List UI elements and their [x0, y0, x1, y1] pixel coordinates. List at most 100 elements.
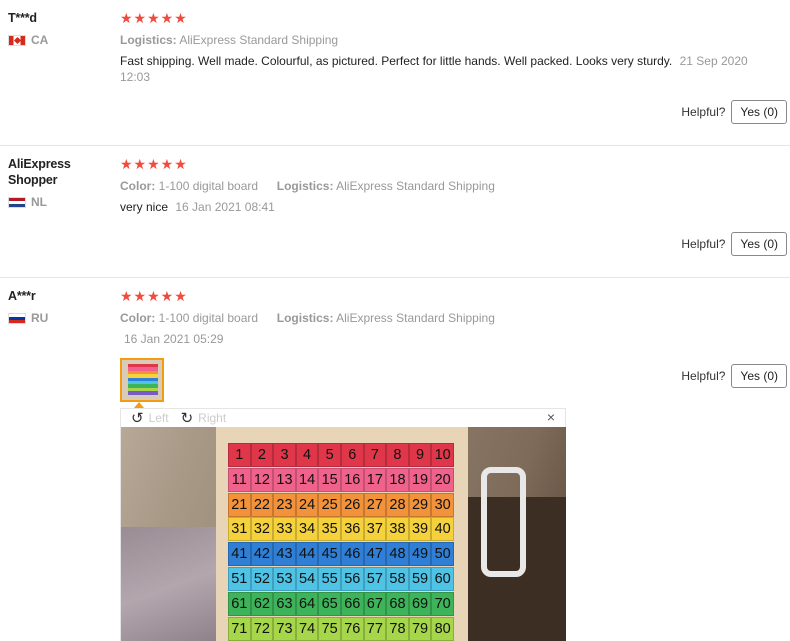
board-tile: 1 — [228, 443, 251, 467]
helpful-label: Helpful? — [681, 237, 726, 251]
board-tile: 65 — [318, 591, 341, 616]
board-tile: 11 — [228, 467, 251, 492]
country-code: NL — [31, 195, 47, 209]
board-tile: 72 — [250, 616, 274, 641]
board-tile: 27 — [363, 492, 387, 517]
board-tile: 44 — [295, 542, 319, 567]
board-tile: 56 — [340, 566, 364, 591]
board-tile: 51 — [228, 566, 251, 591]
helpful-yes-button[interactable]: Yes (0) — [731, 232, 787, 256]
board-tile: 28 — [386, 492, 409, 517]
board-tile: 42 — [250, 542, 274, 567]
star-rating: ★★★★★ — [120, 10, 188, 26]
board-tile: 57 — [363, 566, 387, 591]
board-tile: 64 — [295, 591, 319, 616]
board-tile: 55 — [318, 566, 341, 591]
board-tile: 18 — [386, 467, 409, 492]
board-tile: 50 — [431, 542, 454, 567]
helpful-label: Helpful? — [681, 369, 726, 383]
reviewer-country: CA — [8, 33, 108, 47]
board-tile: 77 — [363, 616, 387, 641]
helpful-yes-button[interactable]: Yes (0) — [731, 100, 787, 124]
board-tile: 52 — [250, 566, 274, 591]
rotate-left-label[interactable]: Left — [149, 411, 169, 425]
board-tile: 47 — [363, 542, 387, 567]
board-tile: 61 — [228, 591, 251, 616]
board-tile: 80 — [431, 616, 454, 641]
board-tile: 54 — [295, 566, 319, 591]
board-tile: 9 — [408, 443, 432, 467]
reviewer-name: A***r — [8, 289, 36, 303]
board-tile: 6 — [340, 443, 364, 467]
reviewer-country: RU — [8, 311, 108, 325]
board-tile: 26 — [340, 492, 364, 517]
board-tile: 37 — [363, 517, 387, 542]
logistics-value: AliExpress Standard Shipping — [336, 179, 495, 193]
board-tile: 49 — [408, 542, 432, 567]
board-tile: 70 — [431, 591, 454, 616]
board-row: 61 62 63 64 65 66 67 68 69 70 — [228, 591, 454, 616]
review-attributes: Logistics: AliExpress Standard Shipping — [120, 33, 760, 47]
helpful-section: Helpful? Yes (0) — [681, 232, 787, 256]
helpful-section: Helpful? Yes (0) — [681, 100, 787, 124]
number-board: 1 2 3 4 5 6 7 8 9 10 11 12 13 14 15 16 17 18 19 20 21 22 23 24 2… — [228, 443, 454, 641]
country-code: CA — [31, 33, 49, 47]
review-content: ★★★★★ Logistics: AliExpress Standard Shi… — [120, 10, 760, 85]
thumbnail-board-image — [128, 364, 158, 398]
board-tile: 39 — [408, 517, 432, 542]
board-tile: 17 — [363, 467, 387, 492]
board-tile: 41 — [228, 542, 251, 567]
board-tile: 62 — [250, 591, 274, 616]
close-icon[interactable]: × — [547, 409, 555, 425]
board-tile: 35 — [318, 517, 341, 542]
thumbnail-row — [128, 391, 158, 395]
board-tile: 67 — [363, 591, 387, 616]
helpful-section: Helpful? Yes (0) — [681, 364, 787, 388]
board-tile: 36 — [340, 517, 364, 542]
board-row: 1 2 3 4 5 6 7 8 9 10 — [228, 443, 454, 467]
country-code: RU — [31, 311, 49, 325]
board-tile: 4 — [295, 443, 319, 467]
board-tile: 5 — [318, 443, 341, 467]
board-tile: 60 — [431, 566, 454, 591]
color-value: 1-100 digital board — [158, 311, 259, 325]
rotate-right-icon[interactable]: ↻ — [181, 409, 194, 427]
board-tile: 73 — [273, 616, 296, 641]
logistics-label: Logistics: — [276, 311, 334, 325]
photo-chair — [481, 467, 526, 577]
board-tile: 75 — [318, 616, 341, 641]
viewer-toolbar: ↺ Left ↻ Right × — [121, 409, 565, 427]
board-tile: 30 — [431, 492, 454, 517]
rotate-right-label[interactable]: Right — [198, 411, 226, 425]
board-tile: 32 — [250, 517, 274, 542]
logistics-label: Logistics: — [120, 33, 177, 47]
review-photo: 1 2 3 4 5 6 7 8 9 10 11 12 13 14 15 16 17 18 19 20 21 22 23 24 2… — [121, 427, 566, 641]
board-tile: 19 — [408, 467, 432, 492]
board-tile: 23 — [273, 492, 296, 517]
review-photo-thumbnail[interactable] — [120, 358, 164, 402]
board-row: 51 52 53 54 55 56 57 58 59 60 — [228, 566, 454, 591]
review-text: very nice — [120, 200, 169, 214]
reviewer-info: T***d CA — [8, 10, 108, 47]
review-attributes: Color: 1-100 digital board Logistics: Al… — [120, 179, 760, 193]
review-content: ★★★★★ Color: 1-100 digital board Logisti… — [120, 288, 760, 347]
board-row: 41 42 43 44 45 46 47 48 49 50 — [228, 542, 454, 567]
board-tile: 29 — [408, 492, 432, 517]
board-tile: 63 — [273, 591, 296, 616]
helpful-yes-button[interactable]: Yes (0) — [731, 364, 787, 388]
rotate-left-icon[interactable]: ↺ — [131, 409, 144, 427]
netherlands-flag-icon — [8, 196, 26, 208]
reviewer-info: AliExpress Shopper NL — [8, 156, 108, 209]
review-item: A***r RU ★★★★★ Color: 1-100 digital boar… — [0, 278, 790, 641]
board-tile: 69 — [408, 591, 432, 616]
board-tile: 12 — [250, 467, 274, 492]
board-tile: 45 — [318, 542, 341, 567]
board-tile: 78 — [386, 616, 409, 641]
board-row: 21 22 23 24 25 26 27 28 29 30 — [228, 492, 454, 517]
review-text-block: very nice 16 Jan 2021 08:41 — [120, 199, 760, 215]
board-tile: 68 — [386, 591, 409, 616]
board-tile: 25 — [318, 492, 341, 517]
board-tile: 22 — [250, 492, 274, 517]
star-rating: ★★★★★ — [120, 288, 188, 304]
board-tile: 33 — [273, 517, 296, 542]
